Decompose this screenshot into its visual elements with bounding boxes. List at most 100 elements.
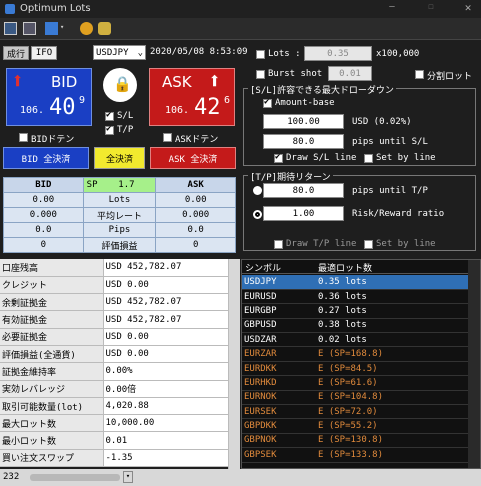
account-row: 余剰証拠金 USD 452,782.07 <box>0 293 228 312</box>
window-icon[interactable] <box>4 22 17 35</box>
ask-close-all-button[interactable]: ASK 全決済 <box>150 147 236 169</box>
sl-pips-unit: pips until S/L <box>352 137 428 147</box>
tp-pips-radio[interactable] <box>253 186 262 195</box>
col-optimal-lots[interactable]: 最適ロット数 <box>318 261 372 274</box>
sl-checkbox[interactable] <box>105 110 114 121</box>
window-title: Optimum Lots <box>20 3 91 14</box>
split-lot-checkbox[interactable] <box>415 70 424 79</box>
lot-row[interactable]: EURHKD E (SP=61.6) <box>242 375 468 391</box>
sl-pips-input[interactable]: 80.0 <box>263 134 344 149</box>
ask-button[interactable]: ASK ⬆ 106. 42 6 <box>149 68 235 126</box>
lots-input[interactable]: 0.35 <box>304 46 372 61</box>
lot-value: 0.38 lots <box>316 318 468 334</box>
bid-close-all-button[interactable]: BID 全決済 <box>3 147 89 169</box>
lot-value: E (SP=168.8) <box>316 346 468 362</box>
account-row: 最大ロット数 10,000.00 <box>0 414 228 433</box>
lot-symbol: GBPSEK <box>242 447 316 463</box>
amount-input[interactable]: 100.00 <box>263 114 344 129</box>
lot-row[interactable]: GBPUSD 0.38 lots <box>242 318 468 334</box>
bid-pips: 0.0 <box>3 222 84 238</box>
account-value: 0.00倍 <box>103 380 228 398</box>
ask-doten-checkbox[interactable] <box>163 133 172 142</box>
account-key: 評価損益(全通貨) <box>0 345 104 364</box>
burst-checkbox[interactable] <box>256 70 265 79</box>
person-icon[interactable] <box>80 22 93 35</box>
burst-label: Burst shot : <box>268 69 334 79</box>
tp-checkbox[interactable] <box>105 124 114 135</box>
rr-ratio-unit: Risk/Reward ratio <box>352 209 445 219</box>
minimize-icon[interactable]: — <box>385 2 399 12</box>
draw-tp-checkbox[interactable] <box>274 240 283 249</box>
account-row: 必要証拠金 USD 0.00 <box>0 328 228 346</box>
account-row: 有効証拠金 USD 452,782.07 <box>0 310 228 329</box>
lot-table-scrollbar[interactable] <box>468 260 480 468</box>
bid-label: BID <box>51 73 78 91</box>
burst-input[interactable]: 0.01 <box>328 66 372 81</box>
lot-row[interactable]: EURZAR E (SP=168.8) <box>242 346 468 362</box>
account-key: 証拠金維持率 <box>0 362 104 381</box>
sp-value: 1.7 <box>118 180 135 190</box>
lot-symbol: USDZAR <box>242 332 316 348</box>
bid-button[interactable]: ⬆ BID 106. 40 9 <box>6 68 92 126</box>
bid-avg-rate: 0.000 <box>3 207 84 223</box>
account-scrollbar[interactable] <box>228 259 240 469</box>
status-dropdown[interactable]: ▾ <box>123 471 133 483</box>
lot-row[interactable]: USDJPY 0.35 lots <box>242 275 468 290</box>
lot-row[interactable]: EURNOK E (SP=104.8) <box>242 390 468 406</box>
lot-row[interactable]: EURDKK E (SP=84.5) <box>242 361 468 377</box>
ask-label: ASK <box>162 73 192 91</box>
app-icon <box>5 4 15 14</box>
grid-row-avg: 0.000 平均レート 0.000 <box>3 207 236 223</box>
lot-row[interactable]: EURUSD 0.36 lots <box>242 289 468 305</box>
amount-input-value: 100.00 <box>287 116 320 127</box>
lot-symbol: EURZAR <box>242 346 316 362</box>
draw-sl-checkbox[interactable] <box>274 152 283 163</box>
tp-pips-unit: pips until T/P <box>352 186 428 196</box>
tp-set-by-line-checkbox[interactable] <box>364 240 373 249</box>
rr-ratio-radio[interactable] <box>253 210 262 219</box>
lock-button[interactable]: 🔒 <box>103 68 137 102</box>
account-value: USD 0.00 <box>103 276 228 295</box>
lot-row[interactable]: EURSEK E (SP=72.0) <box>242 404 468 420</box>
grid-row-pnl: 0 評価損益 0 <box>3 237 236 253</box>
sl-panel-title: [S/L]許容できる最大ドローダウン <box>248 83 396 96</box>
grid-icon[interactable] <box>45 22 58 35</box>
rr-ratio-input[interactable]: 1.00 <box>263 206 344 221</box>
lot-row[interactable]: GBPSEK E (SP=133.8) <box>242 447 468 463</box>
list-icon[interactable] <box>23 22 36 35</box>
ask-price-small: 6 <box>224 95 231 106</box>
account-key: 口座残高 <box>0 259 104 277</box>
lot-row[interactable]: USDZAR 0.02 lots <box>242 332 468 348</box>
col-symbol[interactable]: シンボル <box>245 261 281 274</box>
symbol-select[interactable]: USDJPY ⌄ <box>93 45 146 60</box>
account-key: 余剰証拠金 <box>0 293 104 312</box>
tab-market[interactable]: 成行 <box>3 46 29 60</box>
grid-header-sp: SP 1.7 <box>82 177 157 193</box>
amount-base-checkbox[interactable] <box>263 97 272 108</box>
maximize-icon[interactable]: ☐ <box>424 2 438 12</box>
tab-ifo[interactable]: IFO <box>31 46 57 60</box>
tp-pips-input[interactable]: 80.0 <box>263 183 344 198</box>
lots-input-value: 0.35 <box>327 48 349 59</box>
grid-header-ask: ASK <box>155 177 236 193</box>
pnl-label: 評価損益 <box>82 237 157 253</box>
lot-value: 0.02 lots <box>316 332 468 348</box>
lot-value: E (SP=55.2) <box>316 418 468 434</box>
title-bar: Optimum Lots — ☐ ✕ <box>0 0 481 18</box>
sl-pips-value: 80.0 <box>292 136 315 147</box>
sl-set-by-line-checkbox[interactable] <box>364 154 373 163</box>
bid-doten-checkbox[interactable] <box>19 133 28 142</box>
status-bar: 232 ▾ <box>0 469 481 486</box>
close-icon[interactable]: ✕ <box>461 1 475 14</box>
account-key: 最大ロット数 <box>0 414 104 433</box>
status-text: 232 <box>3 472 20 482</box>
chevron-down-icon[interactable]: ▾ <box>60 23 64 31</box>
lot-row[interactable]: GBPDKK E (SP=55.2) <box>242 418 468 434</box>
lot-row[interactable]: EURGBP 0.27 lots <box>242 303 468 319</box>
tools-icon[interactable] <box>98 22 111 35</box>
bid-price-prefix: 106. <box>20 105 45 116</box>
lot-row[interactable]: GBPNOK E (SP=130.8) <box>242 433 468 449</box>
draw-sl-label: Draw S/L line <box>286 153 357 163</box>
lots-checkbox[interactable] <box>256 50 265 59</box>
close-all-button[interactable]: 全決済 <box>94 147 145 169</box>
